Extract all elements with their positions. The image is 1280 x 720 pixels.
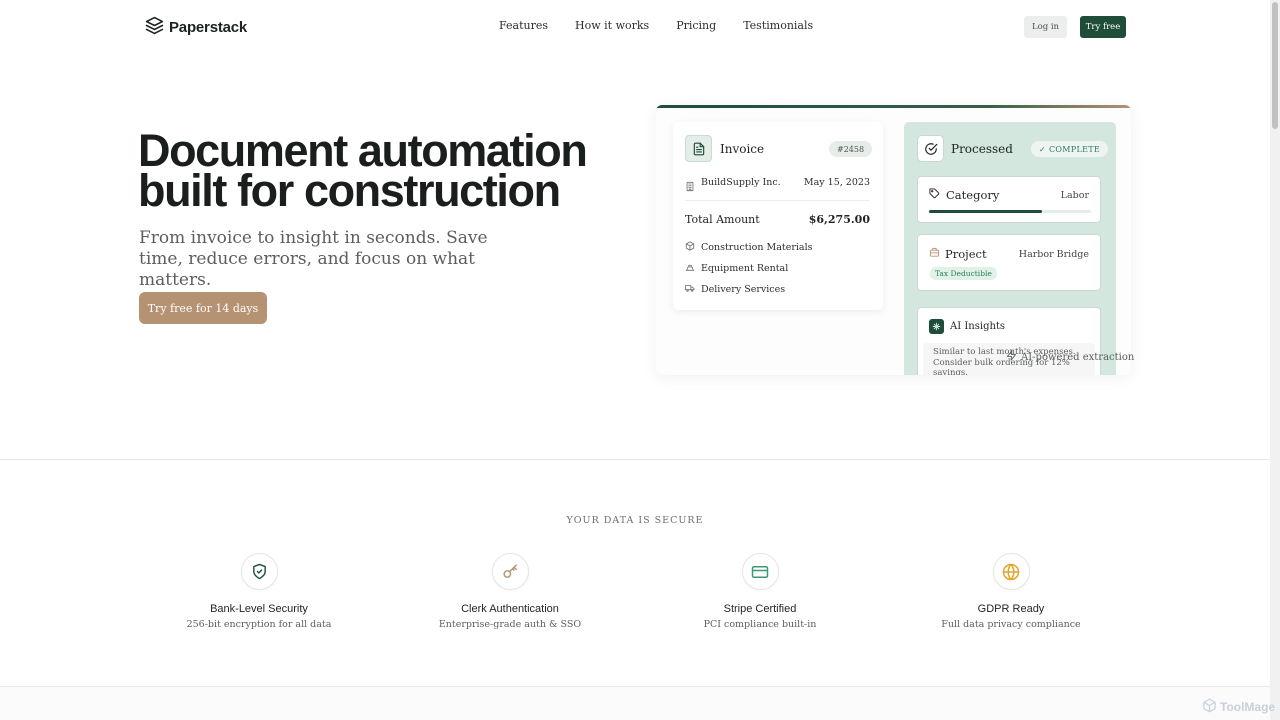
hero-title-line-2: built for construction [138, 165, 561, 216]
status-badge: ✓ COMPLETE [1031, 141, 1108, 157]
invoice-vendor: BuildSupply Inc. [701, 177, 781, 188]
truck-icon [685, 283, 695, 296]
processed-panel: Processed ✓ COMPLETE Category Labor Proj… [904, 122, 1116, 375]
checkmark-icon: ✓ [1039, 144, 1047, 154]
login-button[interactable]: Log in [1024, 16, 1067, 38]
stack-layers-icon [145, 16, 164, 39]
line-item-label: Construction Materials [701, 242, 813, 253]
briefcase-icon [929, 247, 940, 261]
category-confidence-fill [929, 210, 1043, 213]
nav-link-features[interactable]: Features [499, 19, 548, 32]
processed-title: Processed [951, 142, 1013, 156]
category-label: Category [946, 188, 1000, 202]
hero-cta-button[interactable]: Try free for 14 days [139, 292, 267, 324]
feature-title: Stripe Certified [723, 603, 797, 615]
divider [685, 200, 870, 201]
category-confidence-bar [929, 210, 1091, 213]
nav-links: Features How it works Pricing Testimonia… [499, 19, 813, 32]
ai-extraction-label: AI-powered extraction [1021, 351, 1135, 363]
mockup-accent-bar [656, 105, 1131, 108]
invoice-title: Invoice [720, 142, 765, 156]
line-item-label: Equipment Rental [701, 263, 789, 274]
project-label-group: Project [929, 247, 987, 261]
line-item: Delivery Services [685, 283, 785, 296]
brand-logo[interactable]: Paperstack [145, 16, 247, 39]
page-scrollbar[interactable] [1270, 0, 1280, 720]
next-section-band [0, 687, 1270, 720]
section-divider [0, 459, 1270, 460]
nav-link-how-it-works[interactable]: How it works [575, 19, 649, 32]
nav-link-pricing[interactable]: Pricing [676, 19, 716, 32]
lightning-icon [1006, 350, 1017, 364]
top-navbar: Paperstack Features How it works Pricing… [0, 0, 1270, 54]
feature-clerk-auth: Clerk Authentication Enterprise-grade au… [390, 553, 630, 630]
feature-description: Full data privacy compliance [941, 619, 1081, 630]
watermark: ToolMage [1202, 698, 1275, 716]
feature-stripe-certified: Stripe Certified PCI compliance built-in [640, 553, 880, 630]
feature-description: PCI compliance built-in [703, 619, 817, 630]
hero-title: Document automation built for constructi… [138, 128, 598, 213]
key-icon [491, 553, 529, 590]
ai-insights-label-group: AI Insights [929, 319, 1005, 334]
ai-insights-label: AI Insights [950, 321, 1006, 332]
total-amount-value: $6,275.00 [808, 213, 870, 226]
scrollbar-thumb[interactable] [1272, 2, 1278, 129]
status-text: COMPLETE [1049, 144, 1100, 154]
tag-icon [929, 188, 940, 202]
category-value: Labor [1060, 190, 1089, 201]
feature-description: Enterprise-grade auth & SSO [438, 619, 582, 630]
watermark-logo-icon [1202, 698, 1217, 716]
ai-extraction-caption: AI-powered extraction [1006, 350, 1134, 364]
category-label-group: Category [929, 188, 999, 202]
watermark-text: ToolMage [1220, 700, 1276, 714]
try-free-button[interactable]: Try free [1080, 16, 1126, 38]
document-icon [685, 135, 712, 162]
line-item: Construction Materials [685, 241, 812, 254]
feature-title: Bank-Level Security [210, 603, 308, 615]
package-icon [685, 241, 695, 254]
shield-check-icon [240, 553, 278, 590]
feature-bank-security: Bank-Level Security 256-bit encryption f… [139, 553, 379, 630]
sparkle-icon [929, 319, 944, 334]
credit-card-icon [741, 553, 779, 590]
equipment-icon [685, 262, 695, 275]
security-heading: YOUR DATA IS SECURE [566, 515, 704, 526]
line-item: Equipment Rental [685, 262, 788, 275]
check-circle-icon [917, 135, 944, 162]
invoice-card: Invoice #2458 BuildSupply Inc. May 15, 2… [673, 122, 883, 310]
project-card: Project Harbor Bridge Tax Deductible [917, 234, 1101, 291]
total-amount-label: Total Amount [685, 213, 760, 226]
category-card: Category Labor [917, 176, 1101, 223]
hero-subtitle: From invoice to insight in seconds. Save… [139, 228, 488, 290]
invoice-date: May 15, 2023 [803, 177, 870, 188]
feature-title: GDPR Ready [977, 603, 1045, 615]
ai-insights-card: AI Insights Similar to last month's expe… [917, 307, 1101, 375]
brand-name: Paperstack [169, 19, 248, 36]
feature-gdpr-ready: GDPR Ready Full data privacy compliance [891, 553, 1131, 630]
feature-description: 256-bit encryption for all data [186, 619, 332, 630]
feature-title: Clerk Authentication [461, 603, 559, 615]
building-icon [685, 177, 695, 196]
product-mockup: Invoice #2458 BuildSupply Inc. May 15, 2… [656, 105, 1131, 375]
globe-icon [992, 553, 1030, 590]
project-label: Project [945, 247, 987, 261]
line-item-label: Delivery Services [701, 284, 786, 295]
tax-deductible-tag: Tax Deductible [930, 267, 997, 280]
nav-link-testimonials[interactable]: Testimonials [743, 19, 813, 32]
project-value: Harbor Bridge [1018, 249, 1089, 260]
invoice-number-badge: #2458 [829, 141, 873, 157]
